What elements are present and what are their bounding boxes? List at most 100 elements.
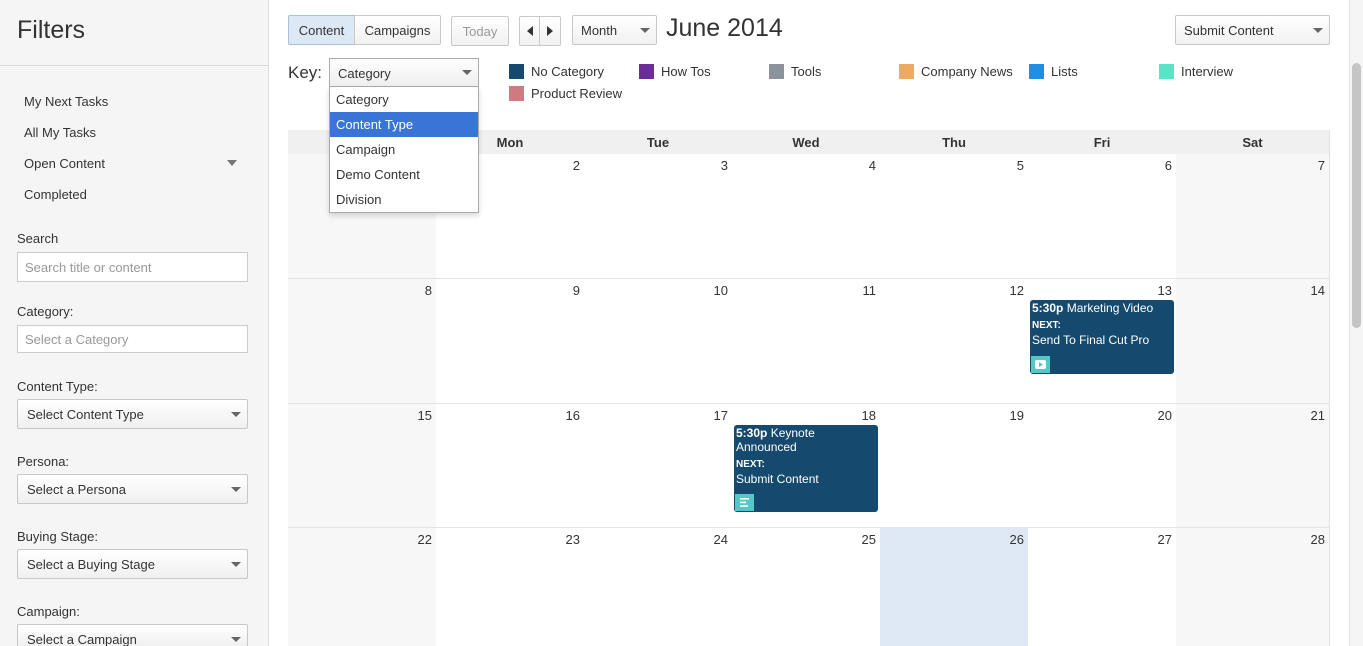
day-cell[interactable]: 22	[288, 528, 437, 646]
weekday-header-tue: Tue	[584, 130, 733, 154]
day-number: 3	[720, 158, 728, 173]
campaign-select[interactable]: Select a Campaign	[17, 624, 248, 646]
category-label: Category:	[17, 304, 74, 319]
dropdown-option-campaign[interactable]: Campaign	[330, 137, 478, 162]
legend-label: Interview	[1181, 64, 1234, 79]
view-select[interactable]: Month	[572, 15, 657, 45]
day-cell[interactable]: 6	[1028, 154, 1177, 279]
key-select[interactable]: Category	[329, 58, 479, 87]
day-number: 8	[424, 283, 432, 298]
day-cell[interactable]: 14	[1176, 279, 1330, 404]
day-cell[interactable]: 3	[584, 154, 733, 279]
legend-swatch	[509, 86, 524, 101]
legend-label: Tools	[791, 64, 822, 79]
day-cell[interactable]: 20	[1028, 404, 1177, 528]
buying-stage-label: Buying Stage:	[17, 529, 98, 544]
today-button[interactable]: Today	[451, 16, 509, 46]
day-cell[interactable]: 12	[880, 279, 1029, 404]
persona-select[interactable]: Select a Persona	[17, 474, 248, 504]
page-scrollbar[interactable]	[1349, 0, 1363, 646]
event-heading: 5:30p Keynote Announced	[736, 426, 826, 454]
day-cell[interactable]: 24	[584, 528, 733, 646]
day-number: 10	[713, 283, 728, 298]
day-number: 15	[417, 408, 432, 423]
chevron-down-icon	[231, 562, 241, 567]
weekday-header-wed: Wed	[732, 130, 881, 154]
day-cell[interactable]: 28	[1176, 528, 1330, 646]
event-next-label: NEXT:	[736, 459, 765, 470]
sidebar-divider	[0, 65, 268, 66]
day-cell[interactable]: 11	[732, 279, 881, 404]
day-number: 13	[1157, 283, 1172, 298]
search-label: Search	[17, 231, 59, 246]
day-cell[interactable]: 8	[288, 279, 437, 404]
campaign-label: Campaign:	[17, 604, 80, 619]
day-cell[interactable]: 5	[880, 154, 1029, 279]
legend-label: How Tos	[661, 64, 711, 79]
day-number: 26	[1009, 532, 1024, 547]
arrow-left-icon	[526, 26, 533, 36]
event-heading: 5:30p Marketing Video	[1032, 301, 1172, 315]
day-cell[interactable]: 18 5:30p Keynote Announced NEXT: Submit …	[732, 404, 881, 528]
category-input[interactable]	[17, 325, 248, 353]
day-number: 17	[713, 408, 728, 423]
event-card[interactable]: 5:30p Keynote Announced NEXT: Submit Con…	[734, 425, 878, 512]
buying-stage-select[interactable]: Select a Buying Stage	[17, 549, 248, 579]
submit-content-select[interactable]: Submit Content	[1175, 15, 1330, 45]
day-cell[interactable]: 7	[1176, 154, 1330, 279]
dropdown-option-category[interactable]: Category	[330, 87, 478, 112]
weekday-header-sat: Sat	[1176, 130, 1330, 154]
legend-how-tos: How Tos	[639, 64, 711, 79]
day-cell[interactable]: 27	[1028, 528, 1177, 646]
day-number: 25	[861, 532, 876, 547]
content-type-value: Select Content Type	[27, 407, 144, 422]
legend-product-review: Product Review	[509, 86, 622, 101]
content-type-select[interactable]: Select Content Type	[17, 399, 248, 429]
dropdown-option-content-type[interactable]: Content Type	[330, 112, 478, 137]
event-card[interactable]: 5:30p Marketing Video NEXT: Send To Fina…	[1030, 300, 1174, 374]
day-number: 16	[565, 408, 580, 423]
nav-my-next-tasks[interactable]: My Next Tasks	[24, 94, 108, 109]
day-number: 7	[1317, 158, 1325, 173]
weekday-header-thu: Thu	[880, 130, 1029, 154]
chevron-down-icon[interactable]	[227, 160, 237, 166]
day-cell[interactable]: 17	[584, 404, 733, 528]
nav-completed[interactable]: Completed	[24, 187, 87, 202]
day-cell[interactable]: 25	[732, 528, 881, 646]
day-number: 21	[1310, 408, 1325, 423]
legend-swatch	[509, 64, 524, 79]
persona-value: Select a Persona	[27, 482, 127, 497]
day-number: 6	[1164, 158, 1172, 173]
nav-open-content[interactable]: Open Content	[24, 156, 105, 171]
day-cell[interactable]: 13 5:30p Marketing Video NEXT: Send To F…	[1028, 279, 1177, 404]
legend-swatch	[769, 64, 784, 79]
day-cell[interactable]: 10	[584, 279, 733, 404]
day-cell[interactable]: 21	[1176, 404, 1330, 528]
prev-month-button[interactable]	[519, 16, 540, 46]
day-cell[interactable]: 4	[732, 154, 881, 279]
day-number: 5	[1016, 158, 1024, 173]
tab-content[interactable]: Content	[288, 15, 355, 45]
view-value: Month	[581, 22, 618, 38]
legend-label: Lists	[1051, 64, 1078, 79]
day-cell[interactable]: 9	[436, 279, 585, 404]
dropdown-option-demo-content[interactable]: Demo Content	[330, 162, 478, 187]
day-number: 14	[1310, 283, 1325, 298]
tab-campaigns[interactable]: Campaigns	[354, 15, 441, 45]
day-number: 12	[1009, 283, 1024, 298]
day-cell-today[interactable]: 26	[880, 528, 1029, 646]
next-month-button[interactable]	[539, 16, 561, 46]
day-cell[interactable]: 19	[880, 404, 1029, 528]
dropdown-option-division[interactable]: Division	[330, 187, 478, 212]
day-cell[interactable]: 23	[436, 528, 585, 646]
month-title: June 2014	[666, 14, 783, 42]
filters-sidebar: Filters My Next Tasks All My Tasks Open …	[0, 0, 269, 646]
search-input[interactable]	[17, 252, 248, 282]
legend-swatch	[1159, 64, 1174, 79]
nav-all-my-tasks[interactable]: All My Tasks	[24, 125, 96, 140]
day-number: 9	[572, 283, 580, 298]
day-cell[interactable]: 16	[436, 404, 585, 528]
scrollbar-thumb[interactable]	[1352, 63, 1361, 328]
day-number: 24	[713, 532, 728, 547]
day-cell[interactable]: 15	[288, 404, 437, 528]
